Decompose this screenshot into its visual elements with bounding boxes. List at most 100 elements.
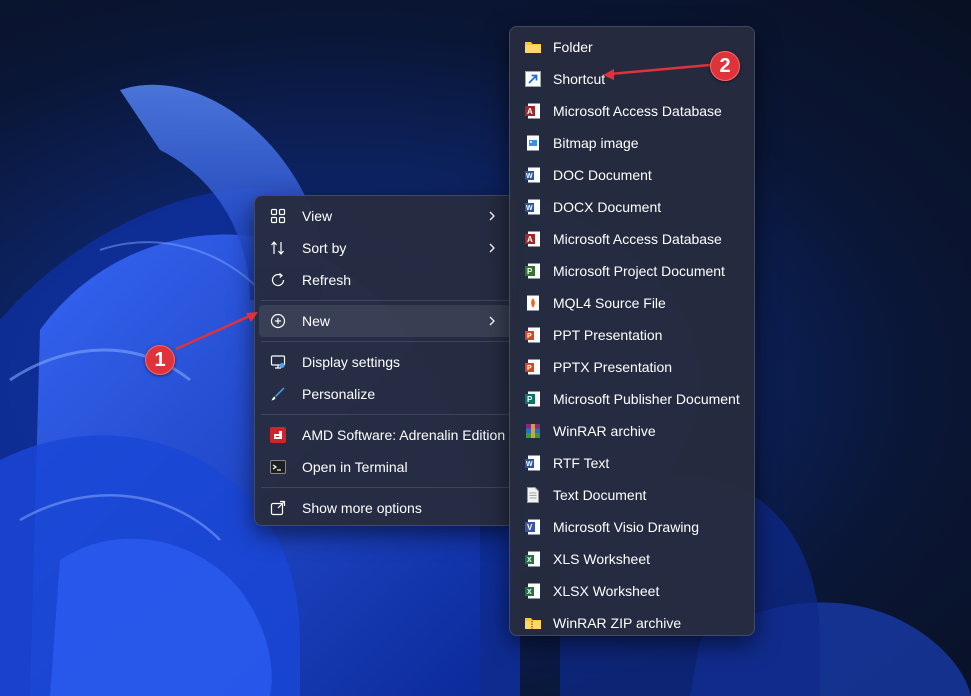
access-icon: A [524, 230, 542, 248]
new-item-access-database[interactable]: A Microsoft Access Database [516, 95, 748, 127]
svg-text:X: X [527, 589, 532, 596]
new-item-access-database-2[interactable]: A Microsoft Access Database [516, 223, 748, 255]
new-item-label: Microsoft Visio Drawing [553, 519, 700, 535]
svg-text:P: P [527, 395, 533, 404]
new-item-pptx-presentation[interactable]: P PPTX Presentation [516, 351, 748, 383]
new-item-label: Text Document [553, 487, 647, 503]
desktop-background[interactable]: View Sort by Refresh New Display setting… [0, 0, 971, 696]
svg-text:P: P [527, 333, 532, 340]
menu-item-view[interactable]: View [259, 200, 511, 232]
menu-separator [261, 414, 509, 415]
menu-item-label: AMD Software: Adrenalin Edition [302, 427, 506, 443]
winrar-icon [524, 422, 542, 440]
bitmap-icon [524, 134, 542, 152]
new-item-publisher-document[interactable]: P Microsoft Publisher Document [516, 383, 748, 415]
new-item-label: Microsoft Access Database [553, 103, 722, 119]
menu-item-new[interactable]: New [259, 305, 511, 337]
new-item-mql4-source-file[interactable]: MQL4 Source File [516, 287, 748, 319]
new-item-doc-document[interactable]: W DOC Document [516, 159, 748, 191]
svg-text:W: W [526, 173, 533, 180]
svg-text:X: X [527, 557, 532, 564]
refresh-icon [269, 271, 287, 289]
shortcut-icon [524, 70, 542, 88]
new-item-label: RTF Text [553, 455, 610, 471]
project-icon: P [524, 262, 542, 280]
menu-item-display-settings[interactable]: Display settings [259, 346, 511, 378]
new-item-xls-worksheet[interactable]: X XLS Worksheet [516, 543, 748, 575]
new-item-winrar-zip-archive[interactable]: WinRAR ZIP archive [516, 607, 748, 639]
publisher-icon: P [524, 390, 542, 408]
word-icon: W [524, 198, 542, 216]
new-item-xlsx-worksheet[interactable]: X XLSX Worksheet [516, 575, 748, 607]
access-icon: A [524, 102, 542, 120]
svg-text:P: P [527, 267, 533, 276]
menu-item-label: Open in Terminal [302, 459, 408, 475]
svg-text:A: A [527, 235, 533, 244]
menu-item-label: Sort by [302, 240, 347, 256]
svg-text:W: W [526, 205, 533, 212]
powerpoint-icon: P [524, 326, 542, 344]
new-item-label: Microsoft Publisher Document [553, 391, 740, 407]
menu-item-label: Display settings [302, 354, 401, 370]
new-item-ppt-presentation[interactable]: P PPT Presentation [516, 319, 748, 351]
menu-item-refresh[interactable]: Refresh [259, 264, 511, 296]
new-item-label: XLS Worksheet [553, 551, 651, 567]
powerpoint-icon: P [524, 358, 542, 376]
new-item-label: Folder [553, 39, 593, 55]
text-document-icon [524, 486, 542, 504]
excel-icon: X [524, 550, 542, 568]
menu-separator [261, 300, 509, 301]
annotation-badge-1: 1 [145, 345, 175, 375]
visio-icon: V [524, 518, 542, 536]
new-item-label: Bitmap image [553, 135, 639, 151]
plus-circle-icon [269, 312, 287, 330]
menu-item-label: Refresh [302, 272, 352, 288]
rtf-icon: W [524, 454, 542, 472]
new-item-label: MQL4 Source File [553, 295, 666, 311]
new-item-label: DOC Document [553, 167, 652, 183]
new-item-label: Shortcut [553, 71, 606, 87]
word-icon: W [524, 166, 542, 184]
menu-item-label: View [302, 208, 333, 224]
new-item-label: PPT Presentation [553, 327, 663, 343]
new-item-label: Microsoft Project Document [553, 263, 725, 279]
menu-item-amd-software[interactable]: AMD Software: Adrenalin Edition [259, 419, 511, 451]
svg-text:P: P [527, 365, 532, 372]
svg-text:A: A [527, 107, 533, 116]
menu-item-personalize[interactable]: Personalize [259, 378, 511, 410]
zip-icon [524, 614, 542, 632]
menu-item-open-in-terminal[interactable]: Open in Terminal [259, 451, 511, 483]
mql4-icon [524, 294, 542, 312]
new-item-label: PPTX Presentation [553, 359, 673, 375]
new-item-rtf-text[interactable]: W RTF Text [516, 447, 748, 479]
amd-icon [269, 426, 287, 444]
menu-item-sort-by[interactable]: Sort by [259, 232, 511, 264]
svg-text:W: W [526, 461, 533, 468]
chevron-right-icon [489, 243, 495, 253]
new-item-label: XLSX Worksheet [553, 583, 660, 599]
annotation-badge-2: 2 [710, 51, 740, 81]
new-submenu: Folder Shortcut A Microsoft Access Datab… [509, 26, 755, 636]
new-item-label: DOCX Document [553, 199, 662, 215]
new-item-docx-document[interactable]: W DOCX Document [516, 191, 748, 223]
terminal-icon [269, 458, 287, 476]
new-item-visio-drawing[interactable]: V Microsoft Visio Drawing [516, 511, 748, 543]
svg-text:V: V [527, 523, 533, 532]
chevron-right-icon [489, 211, 495, 221]
folder-icon [524, 38, 542, 56]
display-icon [269, 353, 287, 371]
desktop-context-menu: View Sort by Refresh New Display setting… [254, 195, 516, 526]
menu-item-show-more-options[interactable]: Show more options [259, 492, 511, 524]
sort-icon [269, 239, 287, 257]
new-item-winrar-archive[interactable]: WinRAR archive [516, 415, 748, 447]
new-item-bitmap-image[interactable]: Bitmap image [516, 127, 748, 159]
new-item-label: Microsoft Access Database [553, 231, 722, 247]
menu-item-label: Personalize [302, 386, 376, 402]
excel-icon: X [524, 582, 542, 600]
new-item-label: WinRAR archive [553, 423, 656, 439]
brush-icon [269, 385, 287, 403]
new-item-text-document[interactable]: Text Document [516, 479, 748, 511]
menu-separator [261, 341, 509, 342]
chevron-right-icon [489, 316, 495, 326]
new-item-project-document[interactable]: P Microsoft Project Document [516, 255, 748, 287]
